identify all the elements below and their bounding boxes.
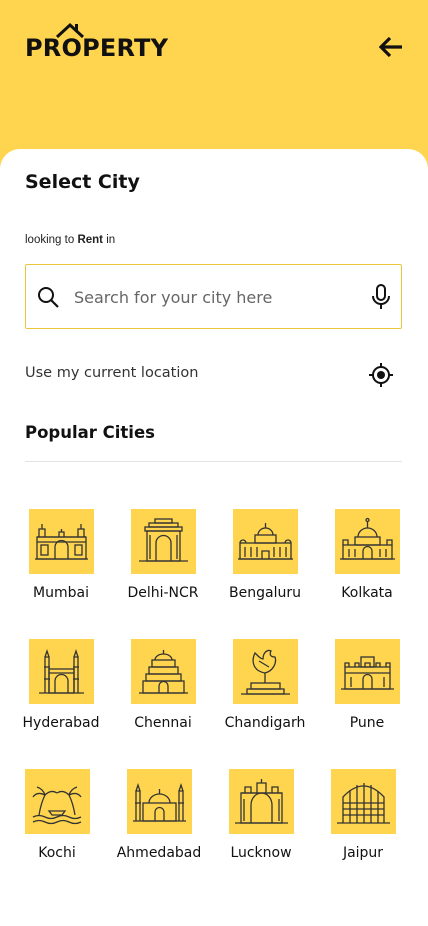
city-label: Ahmedabad (116, 845, 202, 861)
divider (25, 461, 402, 462)
vidhana-soudha-icon (233, 509, 298, 574)
city-label: Mumbai (33, 585, 89, 601)
city-lucknow[interactable]: Lucknow (211, 769, 311, 879)
looking-prefix: looking to (25, 234, 75, 246)
open-hand-monument-icon (233, 639, 298, 704)
search-icon[interactable] (36, 285, 60, 309)
microphone-icon[interactable] (370, 283, 392, 311)
brand-logo: PROPERTY (25, 22, 185, 66)
gateway-of-india-icon (29, 509, 94, 574)
looking-mode: Rent (77, 234, 103, 246)
india-gate-icon (131, 509, 196, 574)
city-label: Pune (349, 715, 385, 731)
header: PROPERTY (0, 0, 428, 160)
city-bengaluru[interactable]: Bengaluru (215, 509, 315, 619)
city-label: Chennai (134, 715, 192, 731)
back-button[interactable] (374, 32, 408, 62)
current-location-label: Use my current location (25, 365, 199, 381)
city-ahmedabad[interactable]: Ahmedabad (109, 769, 209, 879)
rumi-darwaza-icon (229, 769, 294, 834)
victoria-memorial-icon (335, 509, 400, 574)
city-kolkata[interactable]: Kolkata (317, 509, 417, 619)
page-title: Select City (25, 171, 140, 193)
city-search-box[interactable] (25, 264, 402, 329)
city-label: Kolkata (341, 585, 393, 601)
locate-icon[interactable] (368, 362, 394, 388)
temple-gopuram-icon (131, 639, 196, 704)
city-delhi-ncr[interactable]: Delhi-NCR (113, 509, 213, 619)
charminar-icon (29, 639, 94, 704)
city-hyderabad[interactable]: Hyderabad (11, 639, 111, 749)
looking-to-text: looking to Rent in (25, 234, 115, 246)
city-mumbai[interactable]: Mumbai (11, 509, 111, 619)
looking-suffix: in (106, 234, 116, 246)
use-current-location[interactable]: Use my current location (25, 359, 402, 389)
city-label: Jaipur (342, 845, 384, 861)
city-label: Bengaluru (229, 585, 301, 601)
city-chennai[interactable]: Chennai (113, 639, 213, 749)
shaniwar-wada-icon (335, 639, 400, 704)
arrow-left-icon (378, 36, 402, 58)
city-label: Kochi (38, 845, 76, 861)
city-jaipur[interactable]: Jaipur (313, 769, 413, 879)
city-kochi[interactable]: Kochi (7, 769, 107, 879)
popular-cities-heading: Popular Cities (25, 423, 155, 442)
city-pune[interactable]: Pune (317, 639, 417, 749)
city-label: Lucknow (230, 845, 292, 861)
hawa-mahal-icon (331, 769, 396, 834)
city-label: Delhi-NCR (127, 585, 199, 601)
city-label: Chandigarh (224, 715, 306, 731)
search-input[interactable] (74, 279, 354, 315)
city-selector-sheet: Select City looking to Rent in Use my cu… (0, 149, 428, 926)
city-chandigarh[interactable]: Chandigarh (215, 639, 315, 749)
city-label: Hyderabad (22, 715, 100, 731)
brand-name: PROPERTY (25, 34, 169, 62)
mosque-icon (127, 769, 192, 834)
palm-beach-icon (25, 769, 90, 834)
